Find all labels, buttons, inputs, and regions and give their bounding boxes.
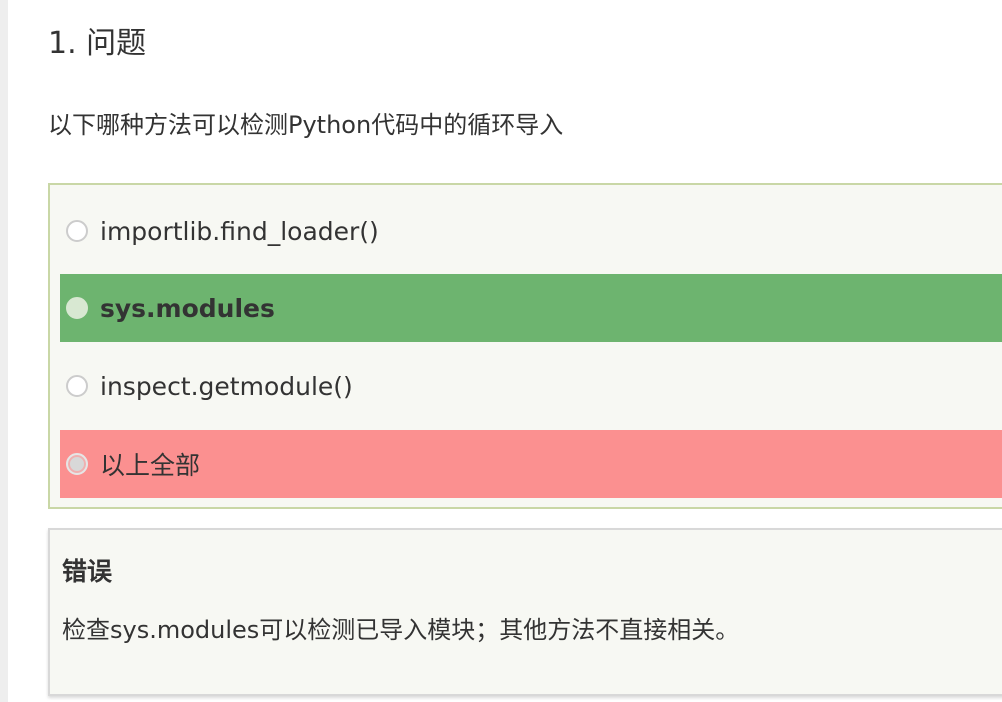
question-text: 以下哪种方法可以检测Python代码中的循环导入: [48, 111, 564, 139]
radio-button[interactable]: [66, 297, 88, 319]
feedback-box: 错误 检查sys.modules可以检测已导入模块；其他方法不直接相关。: [48, 528, 1002, 696]
option-label: importlib.find_loader(): [100, 216, 379, 246]
option-label: inspect.getmodule(): [100, 371, 353, 401]
options-panel: importlib.find_loader() sys.modules insp…: [48, 183, 1002, 509]
option-label: sys.modules: [100, 293, 275, 323]
option-sys-modules[interactable]: sys.modules: [60, 274, 1002, 342]
option-inspect-getmodule[interactable]: inspect.getmodule(): [60, 352, 1002, 420]
feedback-text: 检查sys.modules可以检测已导入模块；其他方法不直接相关。: [62, 616, 740, 644]
radio-button[interactable]: [66, 453, 88, 475]
feedback-title: 错误: [62, 557, 113, 586]
option-label: 以上全部: [100, 451, 201, 480]
radio-button[interactable]: [66, 375, 88, 397]
question-title: 1. 问题: [48, 26, 147, 61]
quiz-page: 1. 问题 以下哪种方法可以检测Python代码中的循环导入 importlib…: [0, 0, 1002, 702]
option-all-of-above[interactable]: 以上全部: [60, 430, 1002, 498]
option-importlib-find-loader[interactable]: importlib.find_loader(): [60, 197, 1002, 265]
radio-button[interactable]: [66, 220, 88, 242]
